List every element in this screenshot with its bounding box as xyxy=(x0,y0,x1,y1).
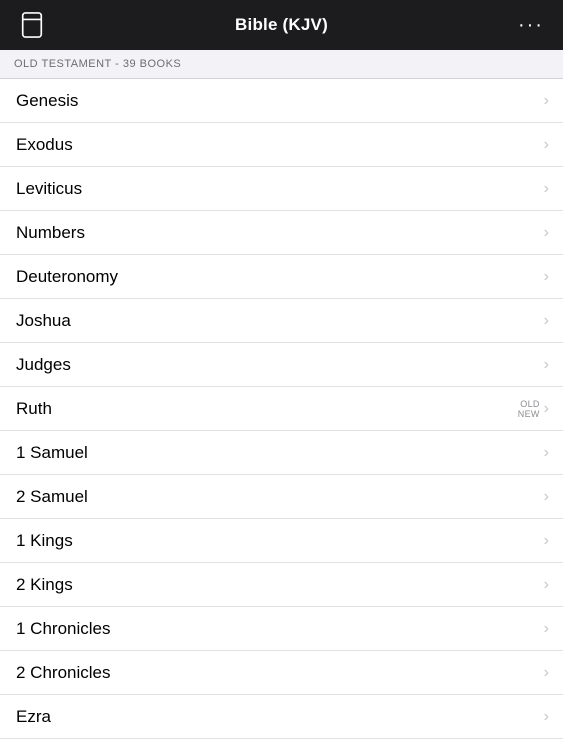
book-list-item[interactable]: 1 Samuel › xyxy=(0,431,563,475)
bookmark-button[interactable] xyxy=(14,7,50,43)
chevron-right-icon: › xyxy=(544,268,549,286)
book-list-item[interactable]: RuthOLDNEW› xyxy=(0,387,563,431)
book-name: Leviticus xyxy=(16,179,82,199)
ellipsis-icon: ··· xyxy=(518,15,544,35)
book-name: Numbers xyxy=(16,223,85,243)
book-name: 1 Chronicles xyxy=(16,619,111,639)
book-list-item[interactable]: Judges › xyxy=(0,343,563,387)
chevron-right-icon: › xyxy=(544,92,549,110)
badge-chevron-row: OLDNEW› xyxy=(518,399,549,419)
more-button[interactable]: ··· xyxy=(513,7,549,43)
chevron-right-icon: › xyxy=(544,532,549,550)
book-list-item[interactable]: 1 Chronicles › xyxy=(0,607,563,651)
book-list-item[interactable]: Deuteronomy › xyxy=(0,255,563,299)
book-name: Ezra xyxy=(16,707,51,727)
nav-title: Bible (KJV) xyxy=(235,15,328,35)
book-name: 2 Samuel xyxy=(16,487,88,507)
book-name: Ruth xyxy=(16,399,52,419)
book-list-item[interactable]: Ezra › xyxy=(0,695,563,739)
book-list-item[interactable]: Leviticus › xyxy=(0,167,563,211)
book-list-item[interactable]: 1 Kings › xyxy=(0,519,563,563)
chevron-right-icon: › xyxy=(544,620,549,638)
chevron-right-icon: › xyxy=(544,180,549,198)
book-name: Exodus xyxy=(16,135,73,155)
section-label: OLD TESTAMENT - 39 BOOKS xyxy=(14,58,181,70)
book-name: Deuteronomy xyxy=(16,267,118,287)
book-list-item[interactable]: 2 Samuel › xyxy=(0,475,563,519)
book-list-item[interactable]: Exodus › xyxy=(0,123,563,167)
section-header: OLD TESTAMENT - 39 BOOKS xyxy=(0,50,563,79)
book-list-item[interactable]: Joshua › xyxy=(0,299,563,343)
book-name: 2 Kings xyxy=(16,575,73,595)
chevron-right-icon: › xyxy=(544,400,549,418)
chevron-right-icon: › xyxy=(544,664,549,682)
book-name: Genesis xyxy=(16,91,78,111)
chevron-right-icon: › xyxy=(544,488,549,506)
chevron-right-icon: › xyxy=(544,136,549,154)
chevron-right-icon: › xyxy=(544,708,549,726)
book-name: Joshua xyxy=(16,311,71,331)
book-name: 1 Samuel xyxy=(16,443,88,463)
book-list-item[interactable]: Nehemiah› xyxy=(0,739,563,747)
book-list-item[interactable]: 2 Chronicles › xyxy=(0,651,563,695)
chevron-right-icon: › xyxy=(544,312,549,330)
chevron-right-icon: › xyxy=(544,224,549,242)
chevron-right-icon: › xyxy=(544,444,549,462)
book-name: 1 Kings xyxy=(16,531,73,551)
book-name: Judges xyxy=(16,355,71,375)
old-badge: OLD xyxy=(520,399,539,409)
book-list-item[interactable]: Genesis › xyxy=(0,79,563,123)
chevron-right-icon: › xyxy=(544,576,549,594)
nav-bar: Bible (KJV) ··· xyxy=(0,0,563,50)
book-list: Genesis›Exodus›Leviticus›Numbers›Deutero… xyxy=(0,79,563,747)
book-list-item[interactable]: 2 Kings › xyxy=(0,563,563,607)
chevron-right-icon: › xyxy=(544,356,549,374)
book-list-item[interactable]: Numbers › xyxy=(0,211,563,255)
inner-badge: OLDNEW xyxy=(518,399,540,419)
new-badge: NEW xyxy=(518,409,540,419)
book-name: 2 Chronicles xyxy=(16,663,111,683)
